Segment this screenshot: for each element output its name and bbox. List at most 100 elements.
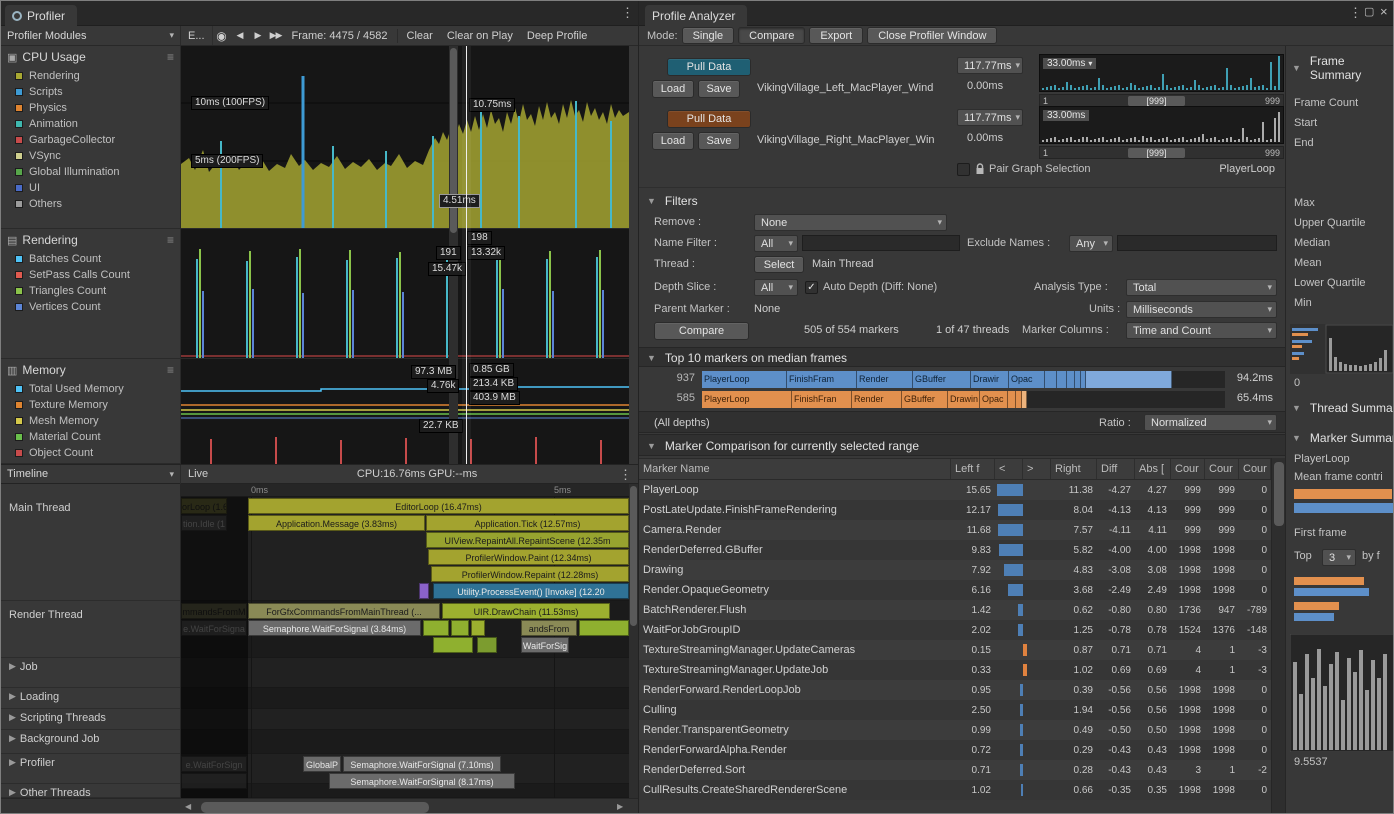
legend-item-batches-count[interactable]: Batches Count [1,251,180,267]
deep-profile-button[interactable]: Deep Profile [520,26,595,46]
name-filter-input[interactable] [802,235,960,251]
legend-item-setpass-calls-count[interactable]: SetPass Calls Count [1,267,180,283]
timeline-block[interactable] [433,637,473,653]
table-row[interactable]: TextureStreamingManager.UpdateJob0.331.0… [639,660,1271,680]
timeline-block[interactable]: ProfilerWindow.Paint (12.34ms) [428,549,629,565]
timeline-block[interactable]: Application.Message (3.83ms) [248,515,425,531]
clear-button[interactable]: Clear [400,26,440,46]
timeline-block[interactable]: ProfilerWindow.Repaint (12.28ms) [431,566,629,582]
marker-comparison-header[interactable]: ▼ Marker Comparison for currently select… [647,439,919,453]
timeline-block[interactable]: Semaphore.WaitForSignal (3.84ms) [248,620,421,636]
table-row[interactable]: WaitForJobGroupID2.021.25-0.780.78152413… [639,620,1271,640]
compare-button[interactable]: Compare [654,322,749,340]
units-dropdown[interactable]: Milliseconds ▾ [1126,301,1277,318]
exclude-mode-dropdown[interactable]: Any ▾ [1069,235,1113,252]
dataset-right-total-dropdown[interactable]: 117.77ms ▾ [957,109,1023,126]
timeline-view-dropdown[interactable]: Timeline ▾ [1,465,181,484]
scrollbar-thumb[interactable] [630,486,637,626]
timeline-block[interactable] [579,620,629,636]
lane-profiler[interactable]: ▶Profiler [1,754,180,784]
column-header-diff[interactable]: Diff [1097,459,1135,479]
legend-item-mesh-memory[interactable]: Mesh Memory [1,413,180,429]
timeline-block[interactable]: EditorLoop (16.47ms) [248,498,629,514]
top10-segment[interactable] [1067,371,1075,388]
legend-item-triangles-count[interactable]: Triangles Count [1,283,180,299]
timeline-block[interactable]: ForGfxCommandsFromMainThread (... [248,603,440,619]
top10-segment[interactable]: PlayerLoop [702,391,792,408]
module-header-memory[interactable]: ▥Memory≡ [1,359,180,381]
scroll-left-icon[interactable]: ◀ [185,802,191,811]
legend-item-scripts[interactable]: Scripts [1,84,180,100]
legend-item-total-used-memory[interactable]: Total Used Memory [1,381,180,397]
exclude-names-input[interactable] [1117,235,1277,251]
legend-item-material-count[interactable]: Material Count [1,429,180,445]
foldout-icon[interactable]: ▶ [9,733,16,753]
foldout-icon[interactable]: ▶ [9,787,16,797]
export-button[interactable]: Export [809,27,863,44]
lane-background-job[interactable]: ▶Background Job [1,730,180,754]
timeline-canvas[interactable]: 0ms5ms orLoop (1.6EditorLoop (16.47ms)ti… [181,484,629,798]
column-header-abs-diff[interactable]: Abs [ [1135,459,1171,479]
close-profiler-window-button[interactable]: Close Profiler Window [867,27,997,44]
top10-segment[interactable] [1057,371,1067,388]
timeline-hscrollbar[interactable]: ◀ ▶ [1,798,638,814]
thread-select-button[interactable]: Select [754,256,804,273]
top10-row-1[interactable]: 937PlayerLoopFinishFramRenderGBufferDraw… [639,370,1285,389]
timeline-block[interactable] [451,620,469,636]
marker-columns-dropdown[interactable]: Time and Count ▾ [1126,322,1277,339]
mode-compare-button[interactable]: Compare [738,27,805,44]
legend-item-object-count[interactable]: Object Count [1,445,180,461]
remove-dropdown[interactable]: None ▾ [754,214,947,231]
memory-chart[interactable]: 97.3 MB 4.76k 0.85 GB 213.4 KB 403.9 MB … [181,359,629,464]
lane-other-threads[interactable]: ▶Other Threads [1,784,180,798]
legend-item-physics[interactable]: Physics [1,100,180,116]
legend-item-global-illumination[interactable]: Global Illumination [1,164,180,180]
dataset-left-total-dropdown[interactable]: 117.77ms ▾ [957,57,1023,74]
save-left-button[interactable]: Save [698,80,740,98]
analysis-type-dropdown[interactable]: Total ▾ [1126,279,1277,296]
column-header-count-left[interactable]: Cour [1171,459,1205,479]
table-row[interactable]: Render.TransparentGeometry0.990.49-0.500… [639,720,1271,740]
top10-segment[interactable]: Render [852,391,902,408]
legend-item-vertices-count[interactable]: Vertices Count [1,299,180,315]
editor-target-button[interactable]: E... [181,26,213,46]
selected-frame-line[interactable] [466,46,467,464]
prev-frame-button[interactable]: ◀ [231,26,249,46]
name-filter-mode-dropdown[interactable]: All ▾ [754,235,798,252]
timeline-block[interactable] [471,620,485,636]
foldout-icon[interactable]: ▶ [9,757,16,783]
dataset-right-graph[interactable]: 33.00ms [1039,106,1284,144]
timeline-block[interactable]: andsFrom [521,620,577,636]
profiler-menu-icon[interactable]: ⋮ [621,6,634,19]
column-header-sort-left[interactable]: < [995,459,1023,479]
table-row[interactable]: Render.OpaqueGeometry6.163.68-2.492.4919… [639,580,1271,600]
timeline-block[interactable] [419,583,429,599]
top10-segment[interactable] [1008,391,1016,408]
timeline-block[interactable]: Semaphore.WaitForSignal (7.10ms) [343,756,501,772]
table-row[interactable]: Drawing7.924.83-3.083.08199819980 [639,560,1271,580]
table-row[interactable]: RenderForward.RenderLoopJob0.950.39-0.56… [639,680,1271,700]
top10-segment[interactable]: Drawin [948,391,980,408]
drag-handle-icon[interactable]: ≡ [167,50,174,64]
column-header-count-right[interactable]: Cour [1205,459,1239,479]
column-header-count-diff[interactable]: Cour [1239,459,1271,479]
module-header-rendering[interactable]: ▤Rendering≡ [1,229,180,251]
timeline-block[interactable] [423,620,449,636]
table-row[interactable]: RenderDeferred.GBuffer9.835.82-4.004.001… [639,540,1271,560]
table-row[interactable]: BatchRenderer.Flush1.420.62-0.800.801736… [639,600,1271,620]
timeline-block[interactable]: Application.Tick (12.57ms) [426,515,629,531]
dataset-right-axis-chip[interactable]: 33.00ms [1043,110,1089,121]
depth-mode-dropdown[interactable]: All ▾ [754,279,798,296]
lane-render-thread[interactable]: Render Thread [1,601,180,658]
top10-segment[interactable] [1045,371,1057,388]
top10-segment[interactable]: Render [857,371,913,388]
timeline-menu-icon[interactable]: ⋮ [619,468,632,481]
close-icon[interactable]: × [1380,4,1388,19]
pull-data-right-button[interactable]: Pull Data [667,110,751,128]
drag-handle-icon[interactable]: ≡ [167,363,174,377]
lane-scripting-threads[interactable]: ▶Scripting Threads [1,709,180,730]
lane-loading[interactable]: ▶Loading [1,688,180,709]
analyzer-menu-icon[interactable]: ⋮ [1349,6,1362,19]
frame-summary-header[interactable]: ▼ Frame Summary [1292,54,1394,82]
top10-segment[interactable]: Opac [980,391,1008,408]
